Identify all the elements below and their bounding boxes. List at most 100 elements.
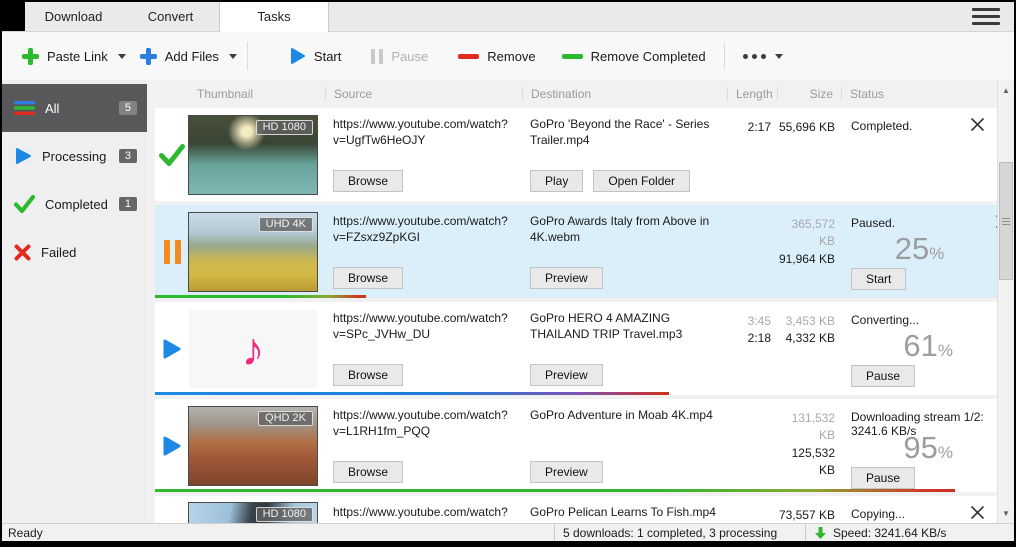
progress-percent: 61% — [851, 330, 997, 361]
size-value: 91,964 KB — [777, 251, 835, 268]
col-length[interactable]: Length — [727, 87, 777, 101]
close-icon[interactable] — [970, 505, 985, 523]
sidebar-item-completed[interactable]: Completed 1 — [2, 180, 147, 228]
destination-file: GoPro 'Beyond the Race' - Series Trailer… — [530, 117, 717, 148]
open-folder-button[interactable]: Open Folder — [593, 170, 690, 192]
more-button[interactable] — [735, 48, 791, 65]
tab-download[interactable]: Download — [25, 2, 122, 31]
status-bar: Ready 5 downloads: 1 completed, 3 proces… — [2, 523, 1014, 541]
size-value: 125,532 KB — [777, 445, 835, 480]
plus-green-icon — [22, 48, 39, 65]
col-size[interactable]: Size — [777, 87, 841, 101]
dash-red-icon — [458, 54, 479, 59]
scrollbar-thumb[interactable] — [999, 162, 1013, 280]
destination-file: GoPro Pelican Learns To Fish.mp4 — [530, 505, 717, 521]
play-icon — [162, 338, 182, 360]
progress-bar — [155, 392, 669, 395]
status-ready: Ready — [2, 526, 554, 540]
progress-percent: 25% — [851, 233, 994, 264]
sidebar-processing-label: Processing — [42, 149, 106, 164]
source-url: https://www.youtube.com/watch?v=zwI0amOW… — [333, 505, 512, 523]
video-thumbnail: HD 1080 — [189, 503, 317, 523]
scroll-up-icon[interactable]: ▲ — [998, 82, 1014, 98]
paste-link-dropdown-icon[interactable] — [118, 54, 126, 59]
destination-file: GoPro HERO 4 AMAZING THAILAND TRIP Trave… — [530, 311, 717, 342]
pause-task-button[interactable]: Pause — [851, 365, 915, 387]
remove-completed-label: Remove Completed — [591, 49, 706, 64]
sidebar-item-failed[interactable]: Failed — [2, 228, 147, 276]
play-icon — [290, 47, 306, 65]
length-value: 2:17 — [727, 119, 771, 136]
sidebar-item-processing[interactable]: Processing 3 — [2, 132, 147, 180]
add-files-dropdown-icon[interactable] — [229, 54, 237, 59]
sidebar-item-all[interactable]: All 5 — [2, 84, 147, 132]
task-row-copying[interactable]: HD 1080 https://www.youtube.com/watch?v=… — [155, 496, 997, 523]
quality-badge: HD 1080 — [256, 507, 313, 522]
pause-icon — [371, 49, 383, 64]
browse-button[interactable]: Browse — [333, 461, 403, 483]
size-value: 55,696 KB — [777, 119, 835, 136]
progress-bar — [155, 489, 955, 492]
length-total-value: 3:45 — [727, 313, 771, 330]
start-task-button[interactable]: Start — [851, 268, 906, 290]
download-arrow-icon — [814, 526, 827, 540]
status-text: Converting... — [851, 313, 997, 327]
browse-button[interactable]: Browse — [333, 364, 403, 386]
task-row-downloading[interactable]: QHD 2K https://www.youtube.com/watch?v=L… — [155, 399, 997, 492]
preview-button[interactable]: Preview — [530, 461, 603, 483]
length-value: 2:18 — [727, 330, 771, 347]
sidebar-all-label: All — [45, 101, 59, 116]
start-button[interactable]: Start — [282, 41, 349, 71]
sidebar-all-count: 5 — [119, 101, 137, 115]
audio-thumbnail: ♪ — [189, 310, 317, 388]
paste-link-button[interactable]: Paste Link — [14, 42, 116, 71]
more-dots-icon — [743, 54, 766, 59]
preview-button[interactable]: Preview — [530, 364, 603, 386]
status-text: Copying... — [851, 507, 969, 521]
check-icon — [159, 144, 185, 166]
scroll-down-icon[interactable]: ▼ — [998, 505, 1014, 521]
size-total-value: 131,532 KB — [777, 410, 835, 445]
col-source[interactable]: Source — [325, 87, 522, 101]
pause-icon — [164, 240, 181, 264]
hamburger-menu-icon[interactable] — [972, 8, 1000, 25]
pause-label: Pause — [391, 49, 428, 64]
preview-button[interactable]: Preview — [530, 267, 603, 289]
task-row-paused[interactable]: UHD 4K https://www.youtube.com/watch?v=F… — [155, 205, 997, 298]
remove-button[interactable]: Remove — [450, 43, 543, 70]
source-url: https://www.youtube.com/watch?v=FZsxz9Zp… — [333, 214, 512, 245]
play-button[interactable]: Play — [530, 170, 583, 192]
tab-tasks[interactable]: Tasks — [219, 2, 329, 32]
task-row-completed[interactable]: HD 1080 https://www.youtube.com/watch?v=… — [155, 108, 997, 201]
close-icon[interactable] — [970, 117, 985, 135]
pause-button[interactable]: Pause — [363, 43, 436, 70]
table-header: Thumbnail Source Destination Length Size… — [155, 80, 997, 108]
vertical-scrollbar[interactable]: ▲ ▼ — [997, 80, 1014, 523]
col-status[interactable]: Status — [841, 87, 997, 101]
video-thumbnail: QHD 2K — [189, 407, 317, 485]
toolbar-separator — [247, 42, 248, 70]
toolbar: Paste Link Add Files Start Pause Remove — [2, 32, 1014, 80]
col-thumbnail[interactable]: Thumbnail — [189, 87, 325, 101]
remove-label: Remove — [487, 49, 535, 64]
browse-button[interactable]: Browse — [333, 267, 403, 289]
browse-button[interactable]: Browse — [333, 170, 403, 192]
window-corner — [2, 2, 25, 31]
add-files-label: Add Files — [165, 49, 219, 64]
size-total-value: 365,572 KB — [777, 216, 835, 251]
remove-completed-button[interactable]: Remove Completed — [554, 43, 714, 70]
downloads-summary: 5 downloads: 1 completed, 3 processing — [555, 526, 805, 540]
plus-blue-icon — [140, 48, 157, 65]
status-text: Paused. — [851, 216, 994, 230]
tab-convert[interactable]: Convert — [122, 2, 219, 31]
start-label: Start — [314, 49, 341, 64]
progress-bar — [155, 295, 366, 298]
add-files-button[interactable]: Add Files — [132, 42, 227, 71]
video-thumbnail: HD 1080 — [189, 116, 317, 194]
play-icon — [162, 435, 182, 457]
col-destination[interactable]: Destination — [522, 87, 727, 101]
destination-file: GoPro Awards Italy from Above in 4K.webm — [530, 214, 717, 245]
pause-task-button[interactable]: Pause — [851, 467, 915, 489]
more-dropdown-icon — [775, 54, 783, 59]
task-row-converting[interactable]: ♪ https://www.youtube.com/watch?v=SPc_JV… — [155, 302, 997, 395]
